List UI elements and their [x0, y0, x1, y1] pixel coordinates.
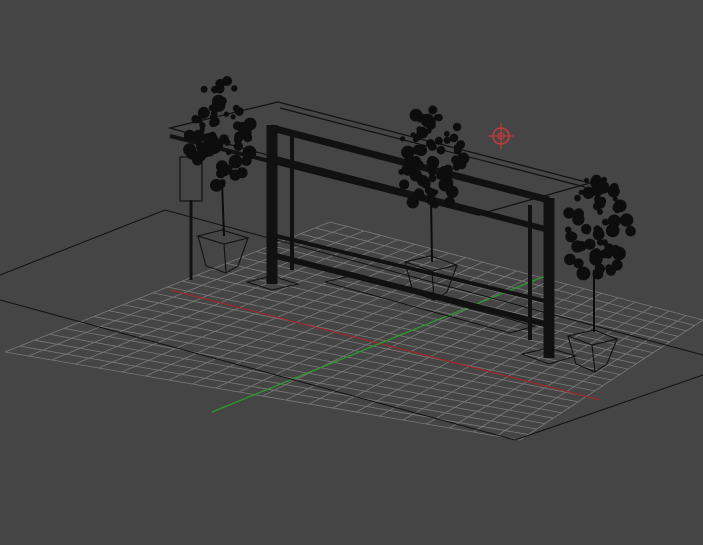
foliage-leaf-cluster [204, 133, 219, 148]
foliage-leaf-cluster [233, 141, 243, 151]
foliage-leaf-cluster [400, 136, 406, 142]
foliage-leaf-cluster [243, 158, 251, 166]
foliage-leaf-cluster [428, 105, 438, 115]
foliage-leaf-cluster [427, 155, 437, 165]
foliage-leaf-cluster [449, 133, 459, 143]
foliage-leaf-cluster [605, 245, 615, 255]
foliage-leaf-cluster [433, 189, 439, 195]
foliage-leaf-cluster [232, 156, 242, 165]
sign-post[interactable] [179, 156, 203, 280]
foliage-leaf-cluster [443, 176, 450, 183]
planter-right[interactable] [566, 329, 619, 373]
foliage-leaf-cluster [204, 145, 215, 157]
foliage-leaf-cluster [443, 164, 453, 174]
3d-viewport[interactable] [0, 0, 703, 545]
grid-line [300, 233, 687, 332]
foliage-leaf-cluster [399, 179, 410, 190]
foliage-leaf-cluster [602, 218, 609, 226]
foliage-leaf-cluster [594, 195, 602, 204]
foliage-leaf-cluster [572, 213, 585, 226]
foliage-leaf-cluster [191, 114, 200, 124]
foliage-leaf-cluster [428, 142, 437, 151]
foliage-leaf-cluster [574, 194, 581, 202]
trees-group [183, 76, 636, 332]
foliage-leaf-cluster [597, 208, 603, 215]
crosshair-icon[interactable] [488, 123, 514, 149]
foliage-leaf-cluster [406, 196, 419, 209]
tree-left[interactable] [183, 76, 257, 237]
foliage-leaf-cluster [186, 148, 198, 160]
foliage-leaf-cluster [443, 136, 451, 144]
foliage-leaf-cluster [428, 174, 437, 183]
foliage-leaf-cluster [457, 160, 467, 170]
grid-line [496, 315, 687, 437]
foliage-leaf-cluster [210, 110, 218, 118]
foliage-leaf-cluster [601, 239, 608, 246]
foliage-leaf-cluster [433, 114, 441, 121]
foliage-leaf-cluster [584, 178, 589, 183]
foliage-leaf-cluster [436, 145, 446, 155]
tree-trunk [221, 181, 225, 237]
foliage-leaf-cluster [234, 107, 244, 116]
foliage-leaf-cluster [611, 259, 623, 271]
foliage-leaf-cluster [590, 174, 603, 187]
foliage-leaf-cluster [565, 231, 577, 243]
foliage-leaf-cluster [398, 168, 405, 175]
foliage-leaf-cluster [231, 85, 238, 92]
foliage-leaf-cluster [419, 195, 426, 201]
foliage-leaf-cluster [625, 225, 636, 237]
grid-line [241, 257, 654, 354]
foliage-leaf-cluster [212, 94, 226, 109]
foliage-leaf-cluster [230, 114, 236, 120]
foliage-leaf-cluster [416, 126, 429, 139]
foliage-leaf-cluster [593, 248, 600, 255]
foliage-leaf-cluster [563, 207, 575, 219]
scene-canvas[interactable] [0, 0, 703, 545]
foliage-leaf-cluster [582, 190, 589, 196]
foliage-leaf-cluster [224, 139, 231, 146]
foliage-leaf-cluster [605, 223, 620, 238]
foliage-leaf-cluster [576, 266, 591, 281]
foliage-leaf-cluster [564, 253, 576, 266]
foliage-leaf-cluster [436, 171, 445, 180]
foliage-leaf-cluster [624, 216, 632, 224]
foliage-leaf-cluster [452, 122, 462, 132]
foliage-leaf-cluster [209, 118, 218, 128]
foliage-leaf-cluster [223, 111, 230, 117]
foliage-leaf-cluster [426, 196, 436, 206]
foliage-leaf-cluster [612, 202, 622, 213]
grid-line [472, 310, 670, 433]
foliage-leaf-cluster [210, 179, 223, 192]
foliage-leaf-cluster [607, 185, 620, 198]
foliage-leaf-cluster [197, 106, 210, 119]
foliage-leaf-cluster [199, 126, 205, 132]
foliage-leaf-cluster [215, 78, 225, 89]
foliage-leaf-cluster [200, 85, 208, 93]
foliage-leaf-cluster [443, 131, 450, 137]
foliage-leaf-cluster [593, 225, 602, 234]
grid-line [329, 221, 703, 321]
foliage-leaf-cluster [453, 144, 460, 151]
foliage-leaf-cluster [583, 228, 591, 235]
tree-trunk [430, 197, 433, 263]
foliage-leaf-cluster [444, 196, 455, 208]
foliage-leaf-cluster [434, 136, 443, 145]
foliage-leaf-cluster [420, 113, 426, 120]
foliage-leaf-cluster [236, 167, 248, 179]
foliage-leaf-cluster [226, 150, 231, 156]
foliage-leaf-cluster [426, 128, 432, 134]
foliage-leaf-cluster [404, 155, 415, 166]
foliage-leaf-cluster [216, 160, 229, 173]
foliage-leaf-cluster [239, 121, 245, 128]
tree-center[interactable] [398, 105, 470, 263]
foliage-leaf-cluster [617, 251, 624, 259]
foliage-leaf-cluster [242, 129, 250, 136]
foliage-leaf-cluster [242, 145, 257, 160]
foliage-leaf-cluster [576, 241, 587, 252]
foliage-leaf-cluster [183, 129, 196, 141]
